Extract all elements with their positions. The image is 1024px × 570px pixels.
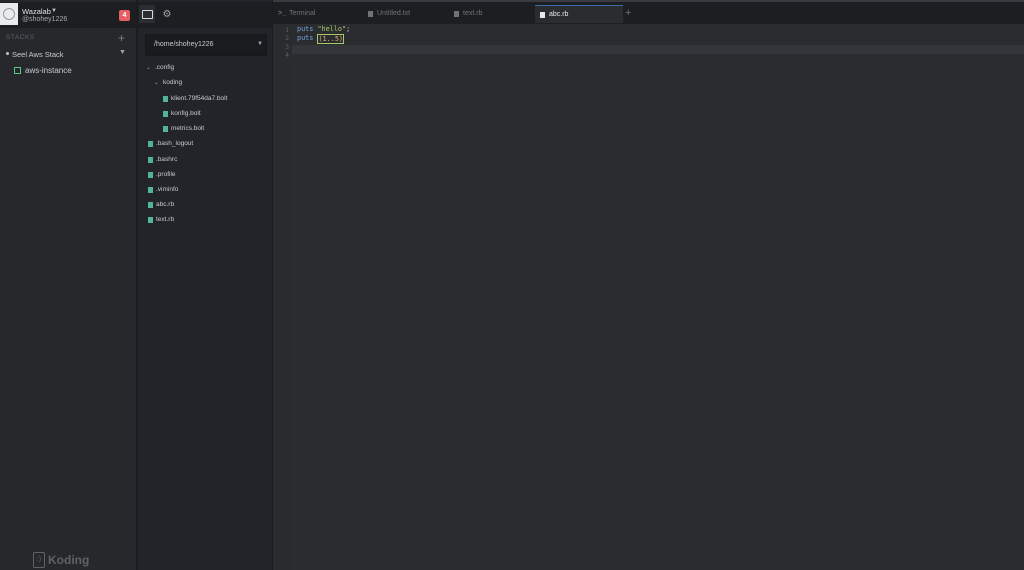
file-icon	[163, 110, 168, 117]
tree-item-label: .bash_logout	[156, 140, 194, 147]
tree-item-label: .viminfo	[156, 186, 179, 193]
code-line[interactable]: puts (1..5)	[297, 34, 345, 44]
file-icon	[148, 171, 153, 178]
add-stack-icon[interactable]: +	[118, 31, 125, 45]
tab-text-rb[interactable]: text.rb	[451, 5, 531, 22]
tree-item-label: .profile	[156, 171, 176, 178]
code-keyword: puts	[297, 34, 314, 42]
document-icon	[453, 10, 459, 17]
file-tree-panel: ⚙ /home/shohey1226 ▼ ⌄ .config ⌄ koding …	[138, 0, 272, 570]
stack-menu-icon[interactable]: ▼	[119, 49, 126, 56]
tab-files[interactable]	[139, 5, 155, 23]
code-range: (1..5)	[317, 34, 345, 44]
tab-label: Untitled.txt	[377, 10, 411, 17]
document-icon	[539, 11, 545, 18]
avatar-icon	[3, 8, 15, 20]
path-value: /home/shohey1226	[154, 41, 214, 48]
tree-folder-config[interactable]: ⌄ .config	[146, 64, 174, 71]
tab-label: abc.rb	[549, 11, 569, 18]
tree-folder-koding[interactable]: ⌄ koding	[154, 79, 182, 86]
line-gutter: 1 2 3 4	[273, 24, 292, 570]
team-name[interactable]: Wazalab	[22, 7, 51, 16]
tab-untitled[interactable]: Untitled.txt	[365, 5, 445, 22]
active-line-highlight	[292, 45, 1024, 54]
tree-file[interactable]: .bashrc	[148, 156, 177, 163]
notification-badge[interactable]: 4	[119, 10, 130, 21]
code-punctuation: ;	[346, 25, 351, 33]
stack-name[interactable]: Seel Aws Stack	[12, 50, 64, 59]
tree-item-label: .bashrc	[156, 156, 178, 163]
machine-status-icon	[14, 67, 21, 74]
tab-abc-rb[interactable]: abc.rb	[535, 5, 623, 23]
tree-file[interactable]: abc.rb	[148, 201, 174, 208]
gear-icon: ⚙	[162, 8, 172, 20]
tree-item-label: metrics.bolt	[171, 125, 205, 132]
team-header[interactable]: Wazalab ▼ @shohey1226 4	[0, 2, 136, 28]
tree-item-label: text.rb	[156, 216, 175, 223]
tree-file[interactable]: .viminfo	[148, 186, 178, 193]
stacks-label: STACKS	[6, 34, 35, 41]
path-selector[interactable]: /home/shohey1226 ▼	[145, 34, 267, 56]
koding-logo-text: Koding	[48, 553, 90, 567]
terminal-icon: >_	[278, 10, 286, 17]
line-number: 4	[285, 51, 289, 59]
code-string: "hello"	[317, 25, 347, 33]
chevron-down-icon[interactable]: ⌄	[154, 80, 163, 86]
tree-file[interactable]: klient.79f54da7.bolt	[163, 95, 227, 102]
line-number: 1	[285, 26, 289, 34]
file-icon	[148, 186, 153, 193]
tree-file[interactable]: .bash_logout	[148, 140, 193, 147]
tree-item-label: abc.rb	[156, 201, 175, 208]
editor-tabs: >_ Terminal Untitled.txt text.rb abc.rb …	[273, 2, 1024, 24]
panel-tabs: ⚙	[138, 2, 272, 28]
file-icon	[148, 156, 153, 163]
chevron-down-icon[interactable]: ▼	[51, 8, 57, 14]
left-sidebar: Wazalab ▼ @shohey1226 4 STACKS + Seel Aw…	[0, 0, 136, 570]
machine-name[interactable]: aws-instance	[25, 66, 72, 75]
tree-file[interactable]: metrics.bolt	[163, 125, 204, 132]
file-icon	[148, 216, 153, 223]
tree-file[interactable]: .profile	[148, 171, 176, 178]
file-icon	[148, 201, 153, 208]
koding-logo-icon: :)	[33, 552, 45, 568]
file-icon	[163, 95, 168, 102]
chevron-down-icon[interactable]: ⌄	[146, 65, 155, 71]
tab-label: text.rb	[463, 10, 483, 17]
document-icon	[367, 10, 373, 17]
tab-terminal[interactable]: >_ Terminal	[277, 5, 357, 22]
code-line[interactable]: puts "hello";	[297, 25, 350, 33]
line-number: 3	[285, 43, 289, 51]
stack-status-dot	[6, 52, 9, 55]
tree-file[interactable]: konfig.bolt	[163, 110, 201, 117]
tree-file[interactable]: text.rb	[148, 216, 174, 223]
tab-label: Terminal	[289, 10, 316, 17]
username: @shohey1226	[22, 16, 68, 23]
tree-item-label: konfig.bolt	[171, 110, 201, 117]
folder-icon	[141, 9, 153, 19]
file-icon	[163, 125, 168, 132]
chevron-down-icon[interactable]: ▼	[257, 41, 263, 47]
add-tab-icon[interactable]: +	[625, 7, 631, 19]
file-icon	[148, 140, 153, 147]
tree-item-label: koding	[163, 79, 183, 86]
code-keyword: puts	[297, 25, 314, 33]
tab-settings[interactable]: ⚙	[159, 5, 175, 23]
tree-item-label: .config	[155, 64, 175, 71]
line-number: 2	[285, 34, 289, 42]
code-editor[interactable]: 1 2 3 4 puts "hello"; puts (1..5)	[273, 24, 1024, 570]
koding-logo: :) Koding	[33, 552, 89, 568]
tree-item-label: klient.79f54da7.bolt	[171, 95, 228, 102]
team-avatar[interactable]	[0, 3, 18, 25]
